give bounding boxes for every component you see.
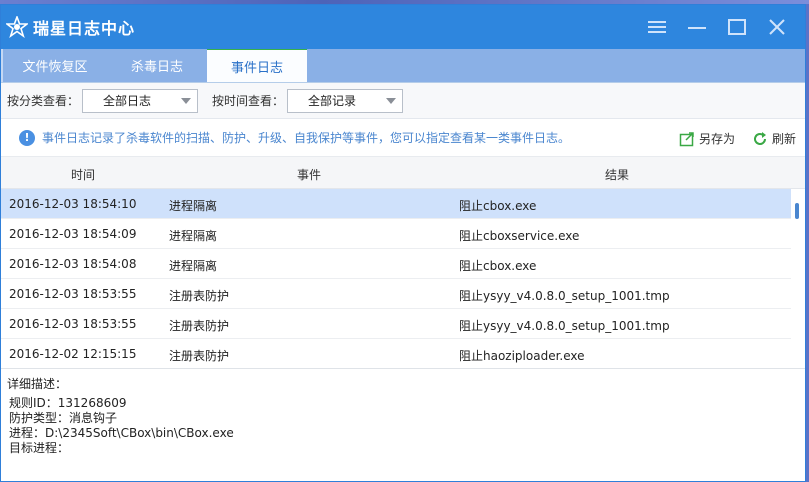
cell-event: 注册表防护 [169, 289, 230, 303]
category-select[interactable]: 全部日志 [82, 88, 199, 113]
table-row[interactable]: 2016-12-03 18:54:10 进程隔离 阻止cbox.exe [1, 189, 791, 219]
tab-antivirus-log[interactable]: 杀毒日志 [107, 48, 207, 82]
log-center-window: 瑞星日志中心 文件恢复区 杀毒日志 事件日志 按分类查看： 全部日志 按时间查看… [0, 4, 806, 482]
detail-target-process: 目标进程： [9, 441, 70, 455]
chevron-down-icon [386, 97, 397, 104]
category-filter-label: 按分类查看： [7, 94, 80, 108]
table-scrollbar[interactable] [793, 189, 803, 368]
detail-protection-type: 防护类型：消息钩子 [9, 411, 118, 425]
cell-event: 注册表防护 [169, 319, 230, 333]
column-header-time[interactable]: 时间 [71, 166, 95, 183]
cell-time: 2016-12-03 18:54:10 [9, 197, 137, 211]
tab-bar: 文件恢复区 杀毒日志 事件日志 [1, 48, 805, 83]
tab-file-recovery[interactable]: 文件恢复区 [3, 48, 107, 82]
cell-result: 阻止haoziploader.exe [459, 349, 585, 363]
cell-time: 2016-12-03 18:54:09 [9, 227, 137, 241]
cell-result: 阻止cbox.exe [459, 259, 537, 273]
cell-time: 2016-12-03 18:53:55 [9, 287, 137, 301]
filter-bar: 按分类查看： 全部日志 按时间查看： 全部记录 [1, 83, 805, 119]
save-as-button[interactable]: 另存为 [679, 130, 735, 147]
tab-event-log[interactable]: 事件日志 [207, 48, 307, 82]
cell-time: 2016-12-03 18:54:08 [9, 257, 137, 271]
info-icon: ! [19, 129, 35, 146]
event-table: 2016-12-03 18:54:10 进程隔离 阻止cbox.exe 2016… [1, 189, 805, 369]
scrollbar-thumb[interactable] [795, 203, 799, 219]
refresh-label: 刷新 [772, 132, 797, 146]
detail-rule-id: 规则ID：131268609 [9, 396, 127, 410]
minimize-button[interactable] [677, 12, 717, 42]
cell-event: 进程隔离 [169, 199, 218, 213]
maximize-button[interactable] [717, 12, 757, 42]
cell-result: 阻止cboxservice.exe [459, 229, 580, 243]
time-filter-label: 按时间查看： [212, 94, 285, 108]
hamburger-icon [648, 21, 666, 33]
cell-event: 进程隔离 [169, 229, 218, 243]
refresh-button[interactable]: 刷新 [752, 130, 796, 147]
table-row[interactable]: 2016-12-03 18:53:55 注册表防护 阻止ysyy_v4.0.8.… [1, 279, 791, 309]
info-text: 事件日志记录了杀毒软件的扫描、防护、升级、自我保护等事件，您可以指定查看某一类事… [42, 131, 571, 145]
rising-logo-icon [5, 15, 29, 39]
chevron-down-icon [181, 97, 192, 104]
save-as-label: 另存为 [699, 132, 736, 146]
close-icon [769, 19, 785, 35]
refresh-icon [752, 131, 768, 147]
category-select-value: 全部日志 [103, 94, 152, 108]
detail-title: 详细描述： [7, 377, 68, 391]
info-bar: ! 事件日志记录了杀毒软件的扫描、防护、升级、自我保护等事件，您可以指定查看某一… [1, 119, 805, 157]
cell-time: 2016-12-03 18:53:55 [9, 317, 137, 331]
app-title: 瑞星日志中心 [33, 19, 136, 38]
cell-event: 进程隔离 [169, 259, 218, 273]
column-header-event[interactable]: 事件 [297, 166, 321, 183]
time-select-value: 全部记录 [308, 94, 357, 108]
table-row[interactable]: 2016-12-03 18:54:08 进程隔离 阻止cbox.exe [1, 249, 791, 279]
cell-result: 阻止ysyy_v4.0.8.0_setup_1001.tmp [459, 289, 670, 303]
cell-result: 阻止ysyy_v4.0.8.0_setup_1001.tmp [459, 319, 670, 333]
detail-panel: 详细描述： 规则ID：131268609 防护类型：消息钩子 进程：D:\234… [1, 369, 805, 464]
maximize-icon [728, 19, 746, 35]
export-icon [679, 131, 695, 147]
table-row[interactable]: 2016-12-03 18:53:55 注册表防护 阻止ysyy_v4.0.8.… [1, 309, 791, 339]
cell-result: 阻止cbox.exe [459, 199, 537, 213]
table-row[interactable]: 2016-12-03 18:54:09 进程隔离 阻止cboxservice.e… [1, 219, 791, 249]
column-header-result[interactable]: 结果 [605, 166, 629, 183]
time-select[interactable]: 全部记录 [287, 88, 404, 113]
close-button[interactable] [757, 12, 797, 42]
minimize-icon [688, 27, 706, 29]
menu-button[interactable] [637, 12, 677, 42]
table-header: 时间 事件 结果 [1, 157, 805, 189]
cell-time: 2016-12-02 12:15:15 [9, 347, 137, 361]
detail-process: 进程：D:\2345Soft\CBox\bin\CBox.exe [9, 426, 234, 440]
tab-bar-filler [307, 48, 805, 82]
title-bar[interactable]: 瑞星日志中心 [1, 5, 805, 49]
table-row[interactable]: 2016-12-02 12:15:15 注册表防护 阻止haoziploader… [1, 339, 791, 368]
cell-event: 注册表防护 [169, 349, 230, 363]
